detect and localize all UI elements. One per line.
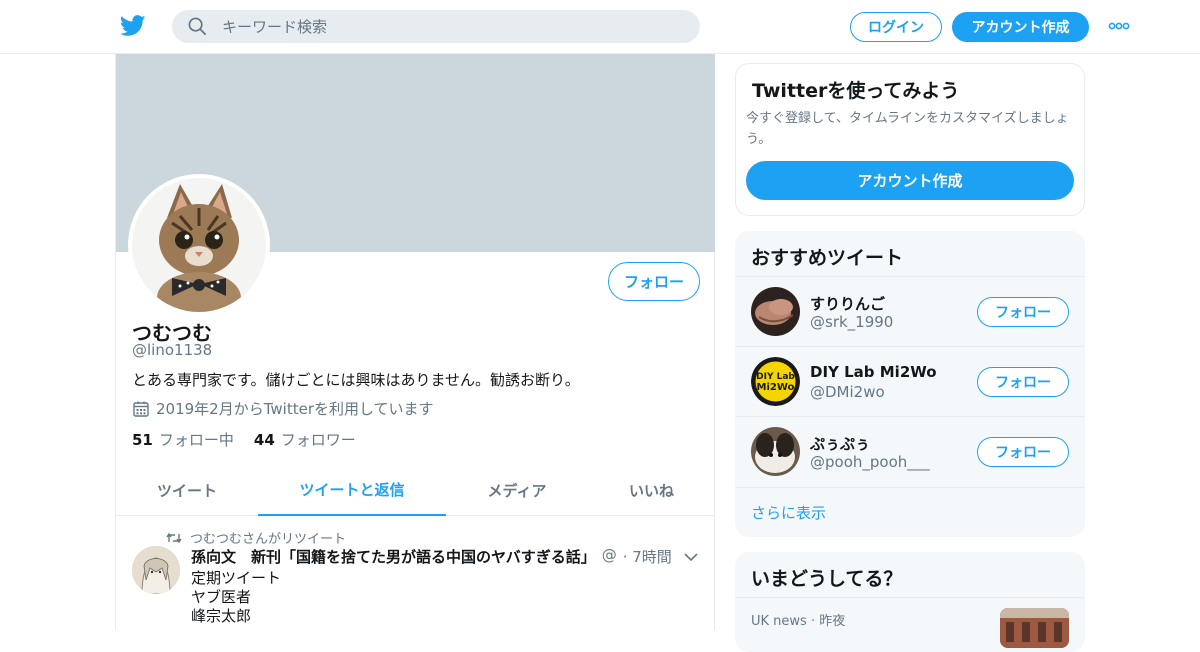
profile-handle[interactable]: @lino1138: [132, 341, 212, 359]
recommended-user[interactable]: すりりんご @srk_1990 フォロー: [735, 276, 1085, 346]
show-more-link[interactable]: さらに表示: [735, 487, 1085, 537]
profile-joined-date: 2019年2月からTwitterを利用しています: [132, 398, 434, 419]
tab-media[interactable]: メディア: [446, 464, 588, 516]
kitten-photo: [132, 178, 266, 312]
login-button[interactable]: ログイン: [850, 12, 942, 42]
joined-text: 2019年2月からTwitterを利用しています: [156, 400, 434, 418]
tweet-author-handle[interactable]: @: [602, 546, 617, 567]
top-navigation-bar: ログイン アカウント作成: [0, 0, 1200, 54]
diy-lab-logo: DIY Lab Mi2Wo: [751, 357, 800, 406]
followers-stat[interactable]: 44 フォロワー: [254, 429, 356, 450]
search-bar[interactable]: [172, 10, 700, 43]
search-icon: [188, 17, 206, 35]
tab-likes[interactable]: いいね: [588, 464, 715, 516]
recommended-user-avatar-photo: [751, 427, 800, 476]
profile-tabs: ツイート ツイートと返信 メディア いいね: [116, 464, 715, 516]
following-count: 51: [132, 431, 153, 449]
tweet-item[interactable]: つむつむさんがリツイート 孫向文 新刊「国籍を捨てた男が語る中国のヤバすぎる話」…: [116, 516, 715, 636]
follow-button[interactable]: フォロー: [608, 262, 700, 301]
recommended-follow-button[interactable]: フォロー: [977, 437, 1069, 467]
trend-item[interactable]: UK news · 昨夜: [735, 597, 1085, 652]
recommended-follow-button[interactable]: フォロー: [977, 367, 1069, 397]
tweet-text-line: 峰宗太郎: [191, 607, 252, 625]
recommended-user-avatar-photo: [751, 287, 800, 336]
signup-card-subtitle: 今すぐ登録して、タイムラインをカスタマイズしましょう。: [746, 111, 1069, 147]
tweet-author-avatar[interactable]: [132, 546, 180, 594]
recommended-user-handle[interactable]: @pooh_pooh___: [810, 453, 930, 471]
tweet-text-line: 定期ツイート: [191, 569, 282, 587]
tab-tweets-and-replies[interactable]: ツイートと返信: [258, 464, 446, 516]
retweet-context: つむつむさんがリツイート: [166, 528, 346, 547]
recommended-user-avatar[interactable]: [751, 427, 800, 476]
retweet-context-text: つむつむさんがリツイート: [190, 532, 347, 547]
followers-count: 44: [253, 431, 275, 449]
recommended-tweets-card: おすすめツイート すりりんご @srk_1990 フォロー DIY Lab Mi…: [735, 231, 1085, 537]
svg-text:Mi2Wo: Mi2Wo: [757, 382, 795, 393]
tweet-author-name[interactable]: 孫向文 新刊「国籍を捨てた男が語る中国のヤバすぎる話」: [191, 546, 596, 567]
trend-meta: UK news · 昨夜: [751, 614, 846, 629]
retweet-icon: [166, 532, 182, 543]
signup-card-title: Twitterを使ってみよう: [752, 80, 960, 102]
tweet-timestamp[interactable]: · 7時間: [623, 546, 671, 567]
signup-button[interactable]: アカウント作成: [952, 12, 1089, 42]
svg-text:DIY Lab: DIY Lab: [756, 372, 795, 382]
recommended-user[interactable]: DIY Lab Mi2Wo DIY Lab Mi2Wo @DMi2wo フォロー: [735, 346, 1085, 416]
signup-card-button[interactable]: アカウント作成: [746, 161, 1074, 200]
more-dots-icon[interactable]: [1108, 20, 1130, 32]
profile-bio: とある専門家です。儲けごとには興味はありません。勧誘お断り。: [132, 371, 580, 389]
chevron-down-icon[interactable]: [684, 552, 698, 562]
recommended-user-handle[interactable]: @srk_1990: [810, 313, 893, 331]
recommended-user-handle[interactable]: @DMi2wo: [810, 383, 885, 401]
trends-card: いまどうしてる？ UK news · 昨夜: [735, 552, 1085, 652]
following-stat[interactable]: 51 フォロー中: [132, 429, 234, 450]
recommended-user-avatar[interactable]: [751, 287, 800, 336]
recommended-title: おすすめツイート: [751, 247, 904, 269]
tweet-author-avatar-illustration: [132, 546, 180, 594]
recommended-follow-button[interactable]: フォロー: [977, 297, 1069, 327]
following-label: フォロー中: [158, 431, 234, 449]
search-input[interactable]: [222, 10, 682, 43]
calendar-icon: [133, 401, 149, 417]
recommended-user-avatar[interactable]: DIY Lab Mi2Wo: [751, 357, 800, 406]
trend-thumbnail[interactable]: [1000, 608, 1069, 648]
twitter-bird-icon[interactable]: [120, 14, 146, 38]
recommended-user-name[interactable]: DIY Lab Mi2Wo: [810, 363, 937, 381]
tweet-text: 定期ツイート ヤブ医者 峰宗太郎: [191, 569, 281, 626]
profile-column: フォロー つむつむ @lino1138 とある専門家です。儲けごとには興味はあり…: [115, 54, 715, 630]
trends-title: いまどうしてる？: [751, 568, 903, 590]
profile-avatar[interactable]: [128, 174, 270, 316]
tweet-text-line: ヤブ医者: [191, 588, 252, 606]
tab-tweets[interactable]: ツイート: [116, 464, 258, 516]
recommended-user[interactable]: ぷぅぷぅ @pooh_pooh___ フォロー: [735, 416, 1085, 486]
trend-thumbnail-photo: [1000, 608, 1069, 648]
recommended-user-name[interactable]: すりりんご: [810, 293, 885, 314]
followers-label: フォロワー: [280, 431, 356, 449]
profile-stats: 51 フォロー中 44 フォロワー: [132, 429, 356, 450]
recommended-user-name[interactable]: ぷぅぷぅ: [810, 433, 870, 454]
signup-card: Twitterを使ってみよう 今すぐ登録して、タイムラインをカスタマイズしましょ…: [735, 63, 1085, 216]
tweet-header: 孫向文 新刊「国籍を捨てた男が語る中国のヤバすぎる話」 @ · 7時間: [191, 546, 671, 567]
